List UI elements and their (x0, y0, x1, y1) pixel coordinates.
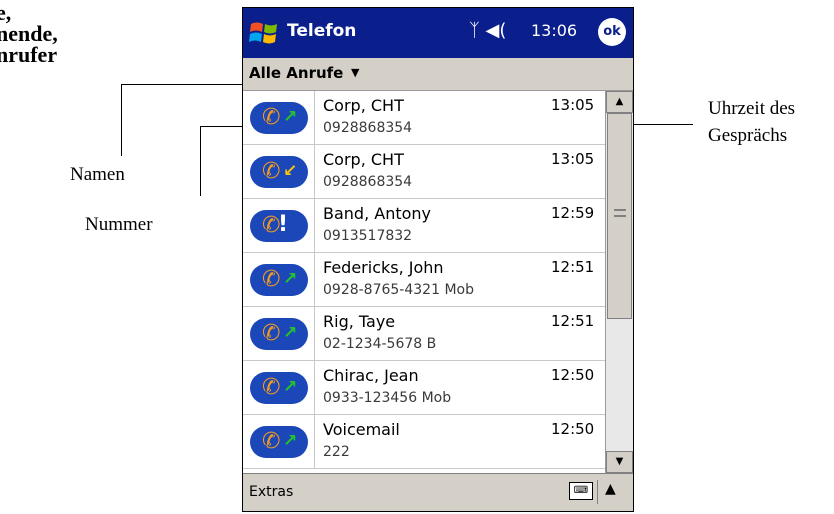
caller-number: 0913517832 (323, 228, 413, 244)
heading-line-2: nende, (0, 21, 58, 46)
caller-name: Band, Antony (323, 204, 432, 223)
chevron-down-icon[interactable]: ▼ (351, 66, 359, 79)
number-pointer-vertical (200, 126, 201, 196)
call-log-row[interactable]: ✆ ↗ Voicemail 222 12:50 (243, 415, 605, 469)
call-time: 12:59 (551, 204, 595, 222)
incoming-arrow-icon: ↙ (283, 161, 298, 181)
outgoing-call-icon: ✆ ↗ (250, 372, 308, 404)
call-time: 12:50 (551, 420, 595, 438)
caller-name: Voicemail (323, 420, 400, 439)
menu-bar: Extras ⌨ ▲ (243, 473, 633, 511)
phone-screen: Telefon ᛉ ◀( 13:06 ok Alle Anrufe ▼ ✆ ↗ … (242, 7, 634, 512)
caller-number: 222 (323, 444, 350, 460)
annotation-number: Nummer (85, 214, 153, 235)
call-type-cell: ✆ ↗ (243, 415, 315, 468)
caller-name: Rig, Taye (323, 312, 396, 331)
heading-line-3: nrufer (0, 42, 58, 67)
call-log-row[interactable]: ✆ ! Band, Antony 0913517832 12:59 (243, 199, 605, 253)
start-menu-icon[interactable] (249, 18, 279, 48)
handset-icon: ✆ (262, 375, 281, 400)
outgoing-call-icon: ✆ ↗ (250, 426, 308, 458)
call-filter-dropdown[interactable]: Alle Anrufe (249, 64, 343, 82)
call-log-list: ✆ ↗ Corp, CHT 0928868354 13:05 ✆ ↙ Corp,… (243, 91, 605, 473)
app-title: Telefon (287, 21, 357, 41)
divider (597, 480, 598, 504)
handset-icon: ✆ (262, 321, 281, 346)
handset-icon: ✆ (262, 429, 281, 454)
caller-number: 0928868354 (323, 174, 413, 190)
names-pointer-vertical (121, 84, 122, 156)
scroll-thumb[interactable] (607, 113, 632, 319)
outgoing-call-icon: ✆ ↗ (250, 102, 308, 134)
ok-button[interactable]: ok (598, 18, 626, 46)
list-scrollbar[interactable]: ▲ ▼ (605, 91, 633, 473)
caller-number: 0928868354 (323, 120, 413, 136)
outgoing-arrow-icon: ↗ (283, 377, 298, 397)
call-type-cell: ✆ ↗ (243, 253, 315, 306)
call-time: 13:05 (551, 96, 595, 114)
title-bar: Telefon ᛉ ◀( 13:06 ok (243, 8, 633, 58)
call-type-cell: ✆ ↗ (243, 307, 315, 360)
filter-bar: Alle Anrufe ▼ (243, 58, 633, 91)
caller-name: Chirac, Jean (323, 366, 419, 385)
scroll-down-button[interactable]: ▼ (606, 451, 633, 473)
names-pointer-horizontal (121, 84, 242, 85)
handset-icon: ✆ (262, 267, 281, 292)
exclamation-icon: ! (278, 212, 289, 237)
call-time: 12:51 (551, 258, 595, 276)
annotation-time-line1: Uhrzeit des (708, 98, 796, 119)
call-log-row[interactable]: ✆ ↗ Federicks, John 0928-8765-4321 Mob 1… (243, 253, 605, 307)
outgoing-arrow-icon: ↗ (283, 107, 298, 127)
caller-name: Federicks, John (323, 258, 444, 277)
annotation-time-line2: Gesprächs (708, 125, 788, 146)
outgoing-call-icon: ✆ ↗ (250, 318, 308, 350)
call-type-cell: ✆ ↗ (243, 361, 315, 414)
caller-number: 0933-123456 Mob (323, 390, 452, 406)
grip-icon (614, 209, 626, 217)
scroll-up-button[interactable]: ▲ (606, 91, 633, 113)
outgoing-arrow-icon: ↗ (283, 323, 298, 343)
call-type-cell: ✆ ! (243, 199, 315, 252)
call-type-cell: ✆ ↗ (243, 91, 315, 144)
incoming-call-icon: ✆ ↙ (250, 156, 308, 188)
missed-call-icon: ✆ ! (250, 210, 308, 242)
caller-number: 0928-8765-4321 Mob (323, 282, 474, 298)
extras-menu[interactable]: Extras (249, 484, 293, 500)
call-log-row[interactable]: ✆ ↗ Rig, Taye 02-1234-5678 B 12:51 (243, 307, 605, 361)
call-time: 12:51 (551, 312, 595, 330)
number-pointer-horizontal (200, 126, 242, 127)
call-log-row[interactable]: ✆ ↗ Corp, CHT 0928868354 13:05 (243, 91, 605, 145)
call-time: 13:05 (551, 150, 595, 168)
outgoing-arrow-icon: ↗ (283, 269, 298, 289)
call-log-row[interactable]: ✆ ↙ Corp, CHT 0928868354 13:05 (243, 145, 605, 199)
caller-number: 02-1234-5678 B (323, 336, 437, 352)
caller-name: Corp, CHT (323, 150, 404, 169)
call-log-row[interactable]: ✆ ↗ Chirac, Jean 0933-123456 Mob 12:50 (243, 361, 605, 415)
handset-icon: ✆ (262, 105, 281, 130)
heading-line-1: e, (0, 0, 12, 25)
clock[interactable]: 13:06 (531, 21, 577, 40)
call-type-cell: ✆ ↙ (243, 145, 315, 198)
keyboard-icon[interactable]: ⌨ (569, 482, 593, 500)
call-time: 12:50 (551, 366, 595, 384)
outgoing-call-icon: ✆ ↗ (250, 264, 308, 296)
caller-name: Corp, CHT (323, 96, 404, 115)
outgoing-arrow-icon: ↗ (283, 431, 298, 451)
handset-icon: ✆ (262, 159, 281, 184)
annotation-names: Namen (70, 164, 125, 185)
signal-volume-icons[interactable]: ᛉ ◀( (469, 20, 506, 41)
clipped-heading: e, nende, nrufer (0, 0, 58, 67)
input-panel-arrow-icon[interactable]: ▲ (605, 481, 616, 497)
